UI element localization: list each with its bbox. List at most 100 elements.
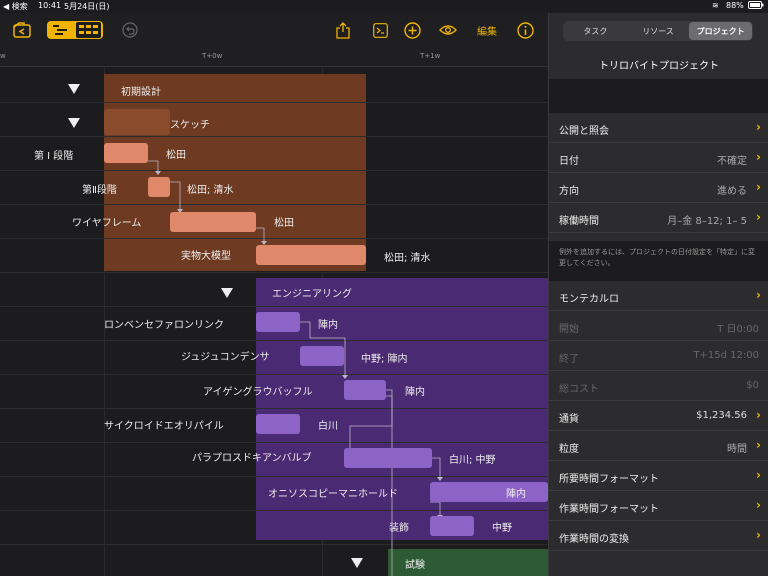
- back-icon[interactable]: [12, 21, 32, 39]
- task-label: オニソスコピーマニホールド: [268, 489, 398, 500]
- row-end: 終了 T+15d 12:00: [549, 341, 768, 371]
- task-assignee: 松田: [274, 218, 294, 229]
- chevron-right-icon: ›: [756, 210, 761, 224]
- toolbar: 編集: [0, 13, 548, 48]
- info-icon[interactable]: [515, 21, 535, 39]
- chevron-right-icon: ›: [756, 180, 761, 194]
- status-date: 5月24日(日): [64, 2, 110, 11]
- task-label: 実物大模型: [181, 251, 231, 262]
- row-effort-format[interactable]: 作業時間フォーマット ›: [549, 491, 768, 521]
- view-toggle[interactable]: [47, 21, 103, 39]
- task-bar[interactable]: [104, 109, 170, 135]
- task-bar[interactable]: [256, 312, 300, 332]
- inspector-sidebar: タスク リソース プロジェクト トリロバイトプロジェクト 公開と照会 › 日付 …: [548, 13, 768, 576]
- row-dates[interactable]: 日付 不確定 ›: [549, 143, 768, 173]
- timeline-label: w: [0, 52, 6, 60]
- status-time: 10:41: [38, 1, 62, 10]
- task-bar[interactable]: [300, 346, 344, 366]
- tab-resources[interactable]: リソース: [627, 22, 690, 40]
- row-key: 総コスト: [559, 384, 599, 395]
- row-key: 日付: [559, 156, 579, 167]
- disclosure-triangle-icon[interactable]: [68, 118, 80, 128]
- row-effort-conversion[interactable]: 作業時間の変換 ›: [549, 521, 768, 551]
- row-total-cost: 総コスト $0: [549, 371, 768, 401]
- row-value: 不確定: [717, 156, 747, 167]
- group-title: エンジニアリング: [272, 289, 352, 300]
- row-start: 開始 T 日0:00: [549, 311, 768, 341]
- battery-percent: 88%: [726, 1, 744, 10]
- task-label: 第Ⅱ段階: [82, 185, 117, 196]
- row-value: $1,234.56: [696, 410, 747, 421]
- task-assignee: 陣内: [318, 320, 338, 331]
- row-monte-carlo[interactable]: モンテカルロ ›: [549, 281, 768, 311]
- tab-tasks[interactable]: タスク: [564, 22, 627, 40]
- task-bar[interactable]: [344, 380, 386, 400]
- task-label: ワイヤフレーム: [72, 218, 142, 229]
- row-granularity[interactable]: 粒度 時間 ›: [549, 431, 768, 461]
- task-assignee: 中野; 陣内: [361, 354, 408, 365]
- row-value: T 日0:00: [717, 324, 759, 335]
- task-bar[interactable]: [256, 414, 300, 434]
- task-bar[interactable]: [430, 516, 474, 536]
- chevron-right-icon: ›: [756, 120, 761, 134]
- task-assignee: 松田: [166, 150, 186, 161]
- chevron-right-icon: ›: [756, 528, 761, 542]
- row-key: 作業時間フォーマット: [559, 504, 659, 515]
- row-key: 作業時間の変換: [559, 534, 629, 545]
- row-direction[interactable]: 方向 進める ›: [549, 173, 768, 203]
- row-key: 粒度: [559, 444, 579, 455]
- row-key: 開始: [559, 324, 579, 335]
- script-icon[interactable]: [371, 21, 389, 39]
- row-publish-subscribe[interactable]: 公開と照会 ›: [549, 113, 768, 143]
- disclosure-triangle-icon[interactable]: [68, 84, 80, 94]
- disclosure-triangle-icon[interactable]: [351, 558, 363, 568]
- exceptions-hint: 例外を追加するには、プロジェクトの日付設定を「特定」に変更してください。: [549, 241, 768, 284]
- row-value: 月–金 8–12; 1– 5: [667, 216, 747, 227]
- task-assignee: 陣内: [405, 387, 425, 398]
- row-key: 終了: [559, 354, 579, 365]
- task-bar[interactable]: [148, 177, 170, 197]
- undo-icon[interactable]: [120, 21, 140, 39]
- row-working-hours[interactable]: 稼働時間 月–金 8–12; 1– 5 ›: [549, 203, 768, 233]
- row-key: 通貨: [559, 414, 579, 425]
- wifi-icon: ≋: [712, 1, 719, 10]
- task-assignee: 白川: [318, 421, 338, 432]
- row-key: 公開と照会: [559, 126, 609, 137]
- share-icon[interactable]: [334, 21, 352, 39]
- row-duration-format[interactable]: 所要時間フォーマット ›: [549, 461, 768, 491]
- chevron-right-icon: ›: [756, 150, 761, 164]
- edit-button[interactable]: 編集: [474, 21, 500, 39]
- chevron-right-icon: ›: [756, 438, 761, 452]
- task-label: アイゲングラウバッフル: [203, 387, 313, 398]
- chevron-right-icon: ›: [756, 498, 761, 512]
- group-title: 初期設計: [121, 87, 161, 98]
- add-icon[interactable]: [402, 21, 422, 39]
- task-assignee: 松田; 清水: [384, 253, 431, 264]
- row-key: モンテカルロ: [559, 294, 619, 305]
- project-title[interactable]: トリロバイトプロジェクト: [549, 57, 768, 72]
- row-value: T+15d 12:00: [693, 350, 759, 361]
- row-value: $0: [746, 380, 759, 391]
- task-assignee: 陣内: [506, 489, 526, 500]
- status-bar: ◀ 検索 10:41 5月24日(日) ≋ 88%: [0, 0, 768, 13]
- row-key: 稼働時間: [559, 216, 599, 227]
- eye-icon[interactable]: [438, 21, 458, 39]
- task-bar[interactable]: [344, 448, 432, 468]
- task-bar[interactable]: [256, 245, 366, 265]
- chevron-right-icon: ›: [756, 288, 761, 302]
- task-bar[interactable]: [104, 143, 148, 163]
- gantt-chart[interactable]: 初期設計 エンジニアリング 試験 スケッチ 第 Ⅰ 段階 松田 第Ⅱ段階 松田;…: [0, 66, 548, 576]
- task-bar[interactable]: [170, 212, 256, 232]
- back-to-app[interactable]: ◀ 検索: [3, 1, 28, 12]
- timeline-label: T+0w: [202, 52, 223, 60]
- row-key: 方向: [559, 186, 579, 197]
- row-currency[interactable]: 通貨 $1,234.56 ›: [549, 401, 768, 431]
- task-bar[interactable]: 陣内: [430, 482, 548, 502]
- disclosure-triangle-icon[interactable]: [221, 288, 233, 298]
- chevron-right-icon: ›: [756, 408, 761, 422]
- tab-project[interactable]: プロジェクト: [689, 22, 753, 40]
- task-label: スケッチ: [170, 120, 210, 131]
- task-label: ジュジュコンデンサ: [181, 352, 270, 363]
- battery-icon: [748, 1, 764, 11]
- task-assignee: 白川; 中野: [449, 455, 496, 466]
